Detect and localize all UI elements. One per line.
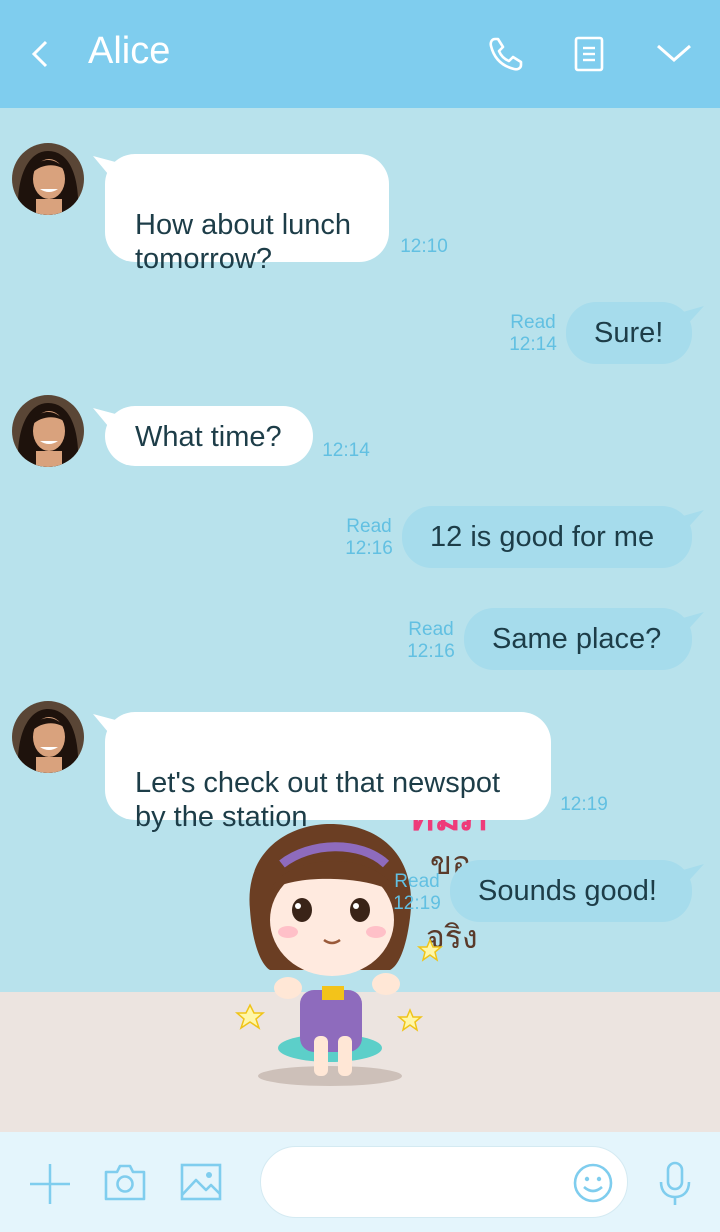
message-time: 12:16 xyxy=(407,641,455,662)
read-receipt: Read 12:14 xyxy=(506,312,560,356)
back-icon[interactable] xyxy=(26,34,58,74)
read-label: Read xyxy=(346,516,392,537)
read-label: Read xyxy=(408,619,454,640)
chat-title: Alice xyxy=(88,30,171,72)
phone-icon[interactable] xyxy=(486,34,526,74)
message-time: 12:14 xyxy=(322,440,370,461)
bubble-tail xyxy=(676,864,704,886)
incoming-message-bubble[interactable]: Let's check out that newspot by the stat… xyxy=(105,712,551,833)
chevron-down-icon[interactable] xyxy=(654,40,694,68)
sticker-girl[interactable]: ทัมภ ขอ จริง xyxy=(230,800,540,1100)
microphone-icon[interactable] xyxy=(656,1160,694,1208)
message-time: 12:14 xyxy=(509,334,557,355)
message-time: 12:19 xyxy=(393,893,441,914)
message-time: 12:10 xyxy=(400,236,448,257)
read-receipt: Read 12:16 xyxy=(404,619,458,663)
bubble-tail xyxy=(676,510,704,532)
notes-icon[interactable] xyxy=(572,36,608,74)
message-text: Sure! xyxy=(594,317,664,349)
read-label: Read xyxy=(510,312,556,333)
message-text: Same place? xyxy=(492,623,662,655)
message-text: 12 is good for me xyxy=(430,521,655,553)
read-receipt: Read 12:19 xyxy=(390,871,444,915)
incoming-message-bubble[interactable]: How about lunch tomorrow? xyxy=(105,154,389,275)
read-receipt: Read 12:16 xyxy=(342,516,396,560)
message-time: 12:19 xyxy=(560,794,608,815)
avatar[interactable] xyxy=(12,143,84,215)
camera-icon[interactable] xyxy=(103,1162,147,1202)
message-text: What time? xyxy=(135,421,282,453)
outgoing-message-bubble[interactable]: Sure! xyxy=(566,302,692,364)
avatar[interactable] xyxy=(12,701,84,773)
outgoing-message-bubble[interactable]: 12 is good for me xyxy=(402,506,692,568)
bubble-tail xyxy=(676,612,704,634)
outgoing-message-bubble[interactable]: Same place? xyxy=(464,608,692,670)
message-text: Sounds good! xyxy=(478,875,657,907)
chat-header: Alice xyxy=(0,0,720,108)
incoming-message-bubble[interactable]: What time? xyxy=(105,406,313,466)
bubble-tail xyxy=(676,306,704,328)
outgoing-message-bubble[interactable]: Sounds good! xyxy=(450,860,692,922)
message-time: 12:16 xyxy=(345,538,393,559)
read-label: Read xyxy=(394,871,440,892)
image-icon[interactable] xyxy=(179,1162,223,1202)
avatar[interactable] xyxy=(12,395,84,467)
emoji-icon[interactable] xyxy=(572,1162,614,1204)
plus-icon[interactable] xyxy=(28,1162,72,1206)
